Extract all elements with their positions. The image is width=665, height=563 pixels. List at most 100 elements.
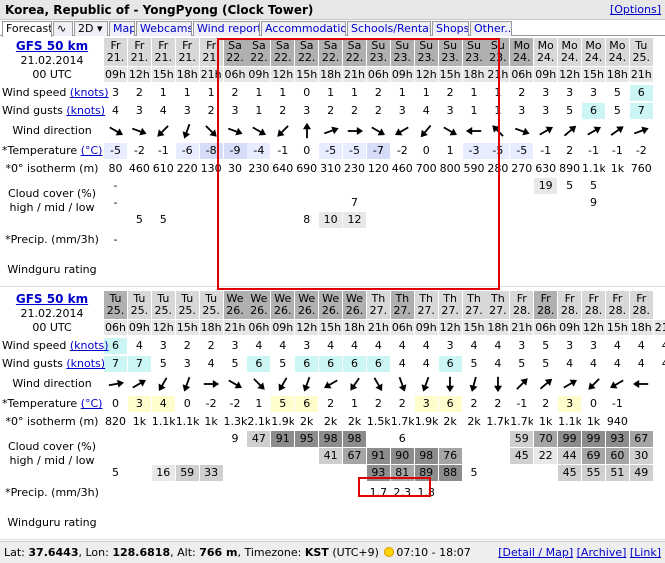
longitude: 128.6818 <box>112 546 171 559</box>
day-header: Th 27. <box>390 291 414 319</box>
hour-label: 21h <box>510 320 534 335</box>
hour-label: 12h <box>558 67 582 82</box>
wind-gusts-label: Wind gusts (knots) <box>2 357 106 370</box>
knots-link[interactable]: (knots) <box>70 86 109 99</box>
tab-other[interactable]: Other... <box>470 21 512 36</box>
gusts-value: 5 <box>566 104 574 117</box>
day-date: 24. <box>560 51 579 64</box>
hour-label: 12h <box>438 320 462 335</box>
day-date: 28. <box>608 304 627 317</box>
highlight-box-weekend <box>217 38 500 290</box>
cloud-high-value: 9 <box>231 432 239 445</box>
precip-value <box>510 485 533 501</box>
gusts-value: 6 <box>438 356 462 372</box>
model-link[interactable]: GFS 50 km <box>2 293 102 305</box>
page: Korea, Republic of - YongPyong (Clock To… <box>0 0 665 563</box>
hour-label: 12h <box>151 320 175 335</box>
tab-accommodation[interactable]: Accommodation <box>261 21 346 36</box>
cloud-mid-value <box>176 448 199 464</box>
hour-label: 18h <box>343 320 366 335</box>
cloud-low-value: 59 <box>175 465 199 481</box>
tab-wind-reports[interactable]: Wind reports <box>193 21 260 36</box>
cloud-low-value <box>582 212 605 228</box>
hour-label: 09h <box>104 67 127 82</box>
windguru-rating-label: Windguru rating <box>7 516 97 529</box>
day-header: Fr 28. <box>629 291 653 319</box>
iso-value: 220 <box>176 162 198 175</box>
speed-value: 4 <box>351 339 358 352</box>
chart-line-icon[interactable]: ∿ <box>53 21 73 36</box>
cloud-high-value <box>128 178 151 194</box>
cloud-low-value: 5 <box>470 466 478 479</box>
hour-label: 06h <box>534 320 558 335</box>
cloud-high-value <box>104 431 127 447</box>
iso-value: 1k <box>539 415 553 428</box>
precip-value <box>582 485 605 501</box>
temp-value: 5 <box>271 396 295 412</box>
options-link[interactable]: [Options] <box>610 3 661 16</box>
cloud-mid-value <box>486 448 509 464</box>
day-header: We 26. <box>271 291 295 319</box>
speed-value: 2 <box>135 86 143 99</box>
gusts-value: 3 <box>183 104 191 117</box>
tab-shops[interactable]: Shops <box>432 21 469 36</box>
cloud-high-value: 99 <box>582 431 605 447</box>
day-date: 24. <box>608 51 627 64</box>
temp-value: 2 <box>566 144 574 157</box>
hour-label: 12h <box>582 320 605 335</box>
tab-2d[interactable]: 2D ▾ <box>74 21 108 36</box>
iso-value: 460 <box>128 162 150 175</box>
day-date: 21. <box>178 51 196 64</box>
precip-label: *Precip. (mm/3h) <box>5 233 99 246</box>
latitude: 37.6443 <box>28 546 79 559</box>
hour-label: 21h <box>223 320 247 335</box>
temp-value: 2 <box>374 397 382 410</box>
knots-link[interactable]: (knots) <box>66 357 105 370</box>
wind-arrow-icon <box>104 375 127 393</box>
knots-link[interactable]: (knots) <box>66 104 105 117</box>
tab-schools-rentals[interactable]: Schools/Rentals <box>347 21 431 36</box>
iso-value: 2k <box>323 415 338 428</box>
cloud-levels-label: high / mid / low <box>9 201 95 214</box>
tab-webcams[interactable]: Webcams <box>136 21 192 36</box>
cloud-high-value: 6 <box>398 432 406 445</box>
precip-label: *Precip. (mm/3h) <box>5 486 99 499</box>
speed-value: 2 <box>207 339 215 352</box>
detail-map-link[interactable]: [Detail / Map] <box>498 546 573 559</box>
knots-link[interactable]: (knots) <box>70 339 109 352</box>
archive-link[interactable]: [Archive] <box>577 546 627 559</box>
day-date: 24. <box>513 51 531 64</box>
day-date: 28. <box>560 304 579 317</box>
cloud-high-value <box>176 178 199 194</box>
gusts-value: 4 <box>566 357 574 370</box>
hour-label: 21h <box>366 320 390 335</box>
model-link[interactable]: GFS 50 km <box>2 40 102 52</box>
precip-value <box>606 485 629 501</box>
highlight-box-precip <box>358 477 431 497</box>
day-date: 28. <box>632 304 651 317</box>
celsius-link[interactable]: (°C) <box>81 397 103 410</box>
day-date: 26. <box>321 304 340 317</box>
gusts-value: 4 <box>654 356 665 372</box>
speed-value: 4 <box>398 339 406 352</box>
cloud-low-value <box>128 465 151 481</box>
gusts-value: 5 <box>613 104 621 117</box>
day-header: Fr 21. <box>127 38 151 66</box>
cloud-high-value <box>415 431 438 447</box>
day-header: Fr 21. <box>175 38 199 66</box>
tab-forecast[interactable]: Forecast <box>2 21 52 37</box>
temperature-label: *Temperature (°C) <box>2 144 103 157</box>
day-header: Fr 28. <box>558 291 582 319</box>
cloud-high-value: 91 <box>271 431 295 447</box>
tab-map[interactable]: Map <box>109 21 135 36</box>
day-date: 28. <box>513 304 531 317</box>
temp-value: 2 <box>327 397 335 410</box>
cloud-high-value: 59 <box>510 431 534 447</box>
permalink-link[interactable]: [Link] <box>630 546 661 559</box>
cloud-mid-value <box>176 195 199 211</box>
celsius-link[interactable]: (°C) <box>81 144 103 157</box>
speed-value: 4 <box>374 339 382 352</box>
cloud-high-value: 95 <box>295 431 319 447</box>
temp-value: 1 <box>255 397 263 410</box>
gusts-value: 4 <box>112 104 119 117</box>
